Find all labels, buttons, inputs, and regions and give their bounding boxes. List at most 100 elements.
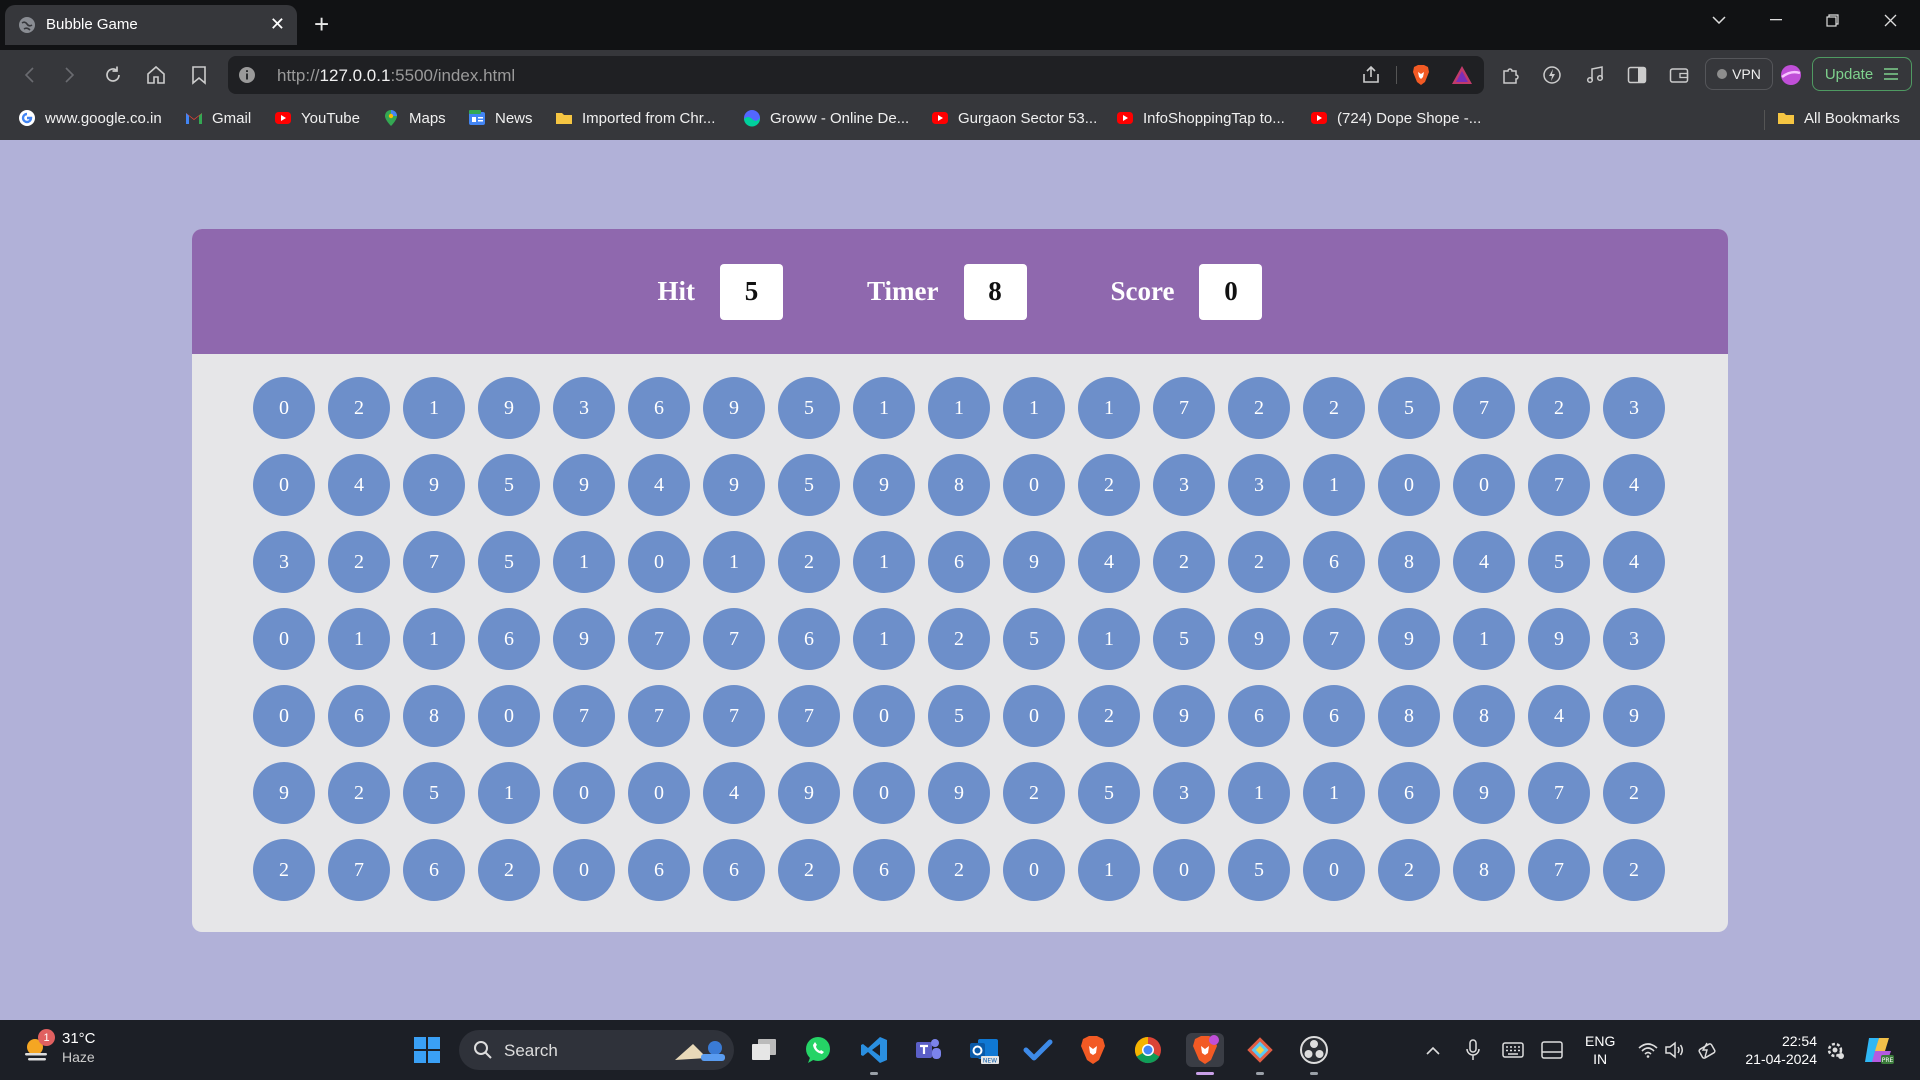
bubble[interactable]: 0: [1303, 839, 1365, 901]
browser-tab[interactable]: Bubble Game ✕: [5, 5, 297, 45]
bubble[interactable]: 2: [1303, 377, 1365, 439]
bookmark-infoshoppingtap[interactable]: InfoShoppingTap to...: [1116, 109, 1285, 127]
bubble[interactable]: 2: [1228, 531, 1290, 593]
bookmark-google[interactable]: www.google.co.in: [18, 109, 162, 127]
bubble[interactable]: 0: [553, 839, 615, 901]
bubble[interactable]: 2: [778, 839, 840, 901]
display-icon[interactable]: [1535, 1033, 1569, 1067]
bookmark-news[interactable]: News: [468, 109, 533, 127]
bubble[interactable]: 2: [1078, 454, 1140, 516]
share-icon[interactable]: [1358, 62, 1384, 88]
keyboard-icon[interactable]: [1496, 1033, 1530, 1067]
bookmark-groww[interactable]: Groww - Online De...: [743, 109, 909, 127]
bubble[interactable]: 5: [1378, 377, 1440, 439]
bubble[interactable]: 9: [1228, 608, 1290, 670]
bookmark-gurgaon[interactable]: Gurgaon Sector 53...: [931, 109, 1097, 127]
bookmark-youtube[interactable]: YouTube: [274, 109, 360, 127]
bubble[interactable]: 5: [403, 762, 465, 824]
bookmark-maps[interactable]: Maps: [382, 109, 446, 127]
bubble[interactable]: 1: [703, 531, 765, 593]
bubble[interactable]: 4: [1078, 531, 1140, 593]
bubble[interactable]: 7: [1528, 839, 1590, 901]
bubble[interactable]: 9: [703, 377, 765, 439]
bubble[interactable]: 1: [478, 762, 540, 824]
chrome-icon[interactable]: [1131, 1033, 1165, 1067]
system-clock[interactable]: 22:54 21-04-2024: [1737, 1032, 1817, 1068]
bubble[interactable]: 0: [1003, 454, 1065, 516]
bubble[interactable]: 1: [403, 608, 465, 670]
bubble[interactable]: 0: [853, 685, 915, 747]
bubble[interactable]: 1: [328, 608, 390, 670]
bubble[interactable]: 2: [1078, 685, 1140, 747]
bubble[interactable]: 0: [1453, 454, 1515, 516]
bubble[interactable]: 4: [328, 454, 390, 516]
bubble[interactable]: 9: [778, 762, 840, 824]
restore-icon[interactable]: [1804, 0, 1860, 40]
bubble[interactable]: 3: [1603, 608, 1665, 670]
tray-overflow-chevron-icon[interactable]: [1416, 1033, 1450, 1067]
back-icon[interactable]: [16, 62, 42, 88]
bubble[interactable]: 2: [253, 839, 315, 901]
update-button[interactable]: Update: [1812, 57, 1912, 91]
bubble[interactable]: 2: [1228, 377, 1290, 439]
bubble[interactable]: 9: [1153, 685, 1215, 747]
bubble[interactable]: 0: [1153, 839, 1215, 901]
bubble[interactable]: 3: [1228, 454, 1290, 516]
bubble[interactable]: 9: [1003, 531, 1065, 593]
bubble[interactable]: 9: [1603, 685, 1665, 747]
bubble[interactable]: 0: [253, 377, 315, 439]
bubble[interactable]: 6: [778, 608, 840, 670]
battery-charging-icon[interactable]: [1691, 1033, 1725, 1067]
bubble[interactable]: 6: [403, 839, 465, 901]
bubble[interactable]: 9: [1528, 608, 1590, 670]
start-icon[interactable]: [410, 1033, 444, 1067]
bubble[interactable]: 5: [778, 377, 840, 439]
all-bookmarks-button[interactable]: All Bookmarks: [1777, 109, 1900, 127]
minimize-icon[interactable]: [1748, 0, 1804, 40]
bookmark-folder-imported[interactable]: Imported from Chr...: [555, 109, 715, 127]
bubble[interactable]: 6: [1228, 685, 1290, 747]
url-text[interactable]: http://127.0.0.1:5500/index.html: [277, 66, 515, 86]
bubble[interactable]: 2: [1603, 762, 1665, 824]
bubble[interactable]: 7: [1528, 762, 1590, 824]
bubble[interactable]: 2: [328, 762, 390, 824]
bubble[interactable]: 2: [478, 839, 540, 901]
bubble[interactable]: 1: [1078, 608, 1140, 670]
bubble[interactable]: 5: [928, 685, 990, 747]
home-icon[interactable]: [143, 62, 169, 88]
bubble[interactable]: 1: [1303, 762, 1365, 824]
bubble[interactable]: 4: [1453, 531, 1515, 593]
obs-icon[interactable]: [1297, 1033, 1331, 1075]
bubble[interactable]: 1: [1003, 377, 1065, 439]
bubble[interactable]: 1: [1453, 608, 1515, 670]
bubble[interactable]: 8: [1378, 531, 1440, 593]
bubble[interactable]: 2: [1528, 377, 1590, 439]
bubble[interactable]: 7: [628, 685, 690, 747]
bubble[interactable]: 2: [328, 377, 390, 439]
bubble[interactable]: 1: [553, 531, 615, 593]
bubble[interactable]: 6: [328, 685, 390, 747]
vpn-button[interactable]: VPN: [1705, 58, 1773, 90]
leo-ai-icon[interactable]: [1539, 62, 1565, 88]
bubble[interactable]: 9: [478, 377, 540, 439]
bubble[interactable]: 2: [1153, 531, 1215, 593]
bubble[interactable]: 9: [703, 454, 765, 516]
bubble[interactable]: 1: [1303, 454, 1365, 516]
bubble[interactable]: 0: [1378, 454, 1440, 516]
bubble[interactable]: 8: [403, 685, 465, 747]
bubble[interactable]: 0: [1003, 685, 1065, 747]
language-indicator[interactable]: ENG IN: [1585, 1032, 1615, 1068]
bubble[interactable]: 8: [1453, 685, 1515, 747]
bubble[interactable]: 4: [1528, 685, 1590, 747]
sidebar-icon[interactable]: [1624, 62, 1650, 88]
bubble[interactable]: 7: [1453, 377, 1515, 439]
bubble[interactable]: 2: [1603, 839, 1665, 901]
bubble[interactable]: 5: [478, 531, 540, 593]
bubble[interactable]: 9: [928, 762, 990, 824]
git-gui-icon[interactable]: [1243, 1033, 1277, 1075]
microphone-icon[interactable]: [1456, 1033, 1490, 1067]
bubble[interactable]: 6: [1303, 531, 1365, 593]
bookmark-dope-shope[interactable]: (724) Dope Shope -...: [1310, 109, 1481, 127]
bubble[interactable]: 4: [1603, 454, 1665, 516]
bubble[interactable]: 9: [253, 762, 315, 824]
